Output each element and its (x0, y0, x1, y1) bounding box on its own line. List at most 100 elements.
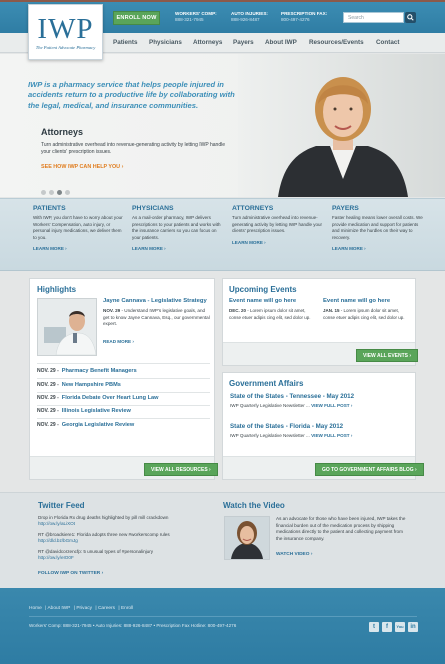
follow-twitter-link[interactable]: FOLLOW IWP ON TWITTER › (38, 571, 103, 576)
hero-text: Turn administrative overhead into revenu… (41, 142, 225, 155)
contact-value: 800-497-4276 (281, 17, 310, 22)
video-thumbnail[interactable] (224, 516, 270, 560)
government-blog-button[interactable]: GO TO GOVERNMENT AFFAIRS BLOG › (315, 463, 424, 476)
watch-video-link[interactable]: WATCH VIDEO › (276, 552, 312, 557)
footer-nav: Home | About IWP | Privacy | Careers | E… (29, 606, 134, 611)
audience-attorneys: ATTORNEYS Turn administrative overhead i… (232, 205, 324, 245)
tweet-link[interactable]: http://ow.ly/aLiXOt (38, 521, 75, 526)
slider-dot[interactable] (49, 190, 54, 195)
slider-dot[interactable] (65, 190, 70, 195)
view-all-events-button[interactable]: VIEW ALL EVENTS › (356, 349, 419, 362)
search-input[interactable]: Search (343, 12, 404, 23)
nav-physicians[interactable]: Physicians (149, 33, 182, 53)
audience-text: As a mail-order pharmacy, IWP delivers p… (132, 215, 221, 240)
audience-physicians: PHYSICIANS As a mail-order pharmacy, IWP… (132, 205, 224, 251)
gov-post-text: IWP Quarterly Legislative Newsletter ...… (230, 433, 352, 438)
learn-more-link[interactable]: LEARN MORE › (332, 246, 424, 251)
enroll-now-button[interactable]: ENROLL NOW (113, 11, 160, 25)
item-date: NOV. 29 - (37, 422, 59, 428)
audience-title: PAYERS (332, 205, 359, 212)
video-description: As an advocate for those who have been i… (276, 516, 406, 541)
item-date: NOV. 29 - (37, 382, 59, 388)
view-full-post-link[interactable]: VIEW FULL POST › (311, 403, 352, 408)
gov-post-text: IWP Quarterly Legislative Newsletter ...… (230, 403, 352, 408)
gov-post-title[interactable]: State of the States - Florida - May 2012 (230, 423, 343, 430)
tweet-link[interactable]: http://dld.bz/bGmJg (38, 538, 78, 543)
event-title[interactable]: Event name will go here (229, 298, 296, 304)
nav-payers[interactable]: Payers (233, 33, 254, 53)
highlight-feature-title[interactable]: Jayne Cannava - Legislative Strategy (103, 298, 213, 304)
search-button[interactable] (405, 12, 416, 23)
item-title: Pharmacy Benefit Managers (61, 368, 137, 374)
tweet-text: Drop in Florida Rx drug deaths highlight… (38, 515, 169, 520)
item-date: NOV. 29 - (37, 368, 59, 374)
nav-resources-events[interactable]: Resources/Events (309, 33, 364, 53)
nav-attorneys[interactable]: Attorneys (193, 33, 222, 53)
item-title: Georgia Legislative Review (61, 422, 135, 428)
audience-text: Turn administrative overhead into revenu… (232, 215, 322, 234)
nav-contact[interactable]: Contact (376, 33, 399, 53)
footer-link-about[interactable]: About IWP (47, 606, 70, 611)
nav-about[interactable]: About IWP (265, 33, 297, 53)
event-text: JAN. 15 - Lorem ipsum dolor sit amet, co… (323, 308, 408, 321)
highlight-item[interactable]: NOV. 29 - Georgia Legislative Review (37, 422, 134, 428)
read-more-link[interactable]: READ MORE › (103, 339, 134, 344)
footer-divider (29, 616, 417, 617)
tweet: RT @broadsiere1: Florida adopts three ne… (38, 532, 198, 545)
item-title: Illinois Legislative Review (61, 408, 131, 414)
event-title[interactable]: Event name will go here (323, 298, 390, 304)
twitter-feed-title: Twitter Feed (38, 501, 85, 510)
audience-payers: PAYERS Faster healing means lower overal… (332, 205, 424, 251)
item-title: Florida Debate Over Heart Lung Law (61, 395, 159, 401)
divider (37, 405, 210, 406)
slider-dot[interactable] (41, 190, 46, 195)
nav-patients[interactable]: Patients (113, 33, 138, 53)
gov-post-body: IWP Quarterly Legislative Newsletter ... (230, 433, 310, 438)
highlight-item[interactable]: NOV. 29 - Pharmacy Benefit Managers (37, 368, 137, 374)
events-title: Upcoming Events (229, 285, 297, 294)
audience-text: With IWP, you don't have to worry about … (33, 215, 123, 240)
hero-cta-link[interactable]: SEE HOW IWP CAN HELP YOU › (41, 164, 123, 170)
view-full-post-link[interactable]: VIEW FULL POST › (311, 433, 352, 438)
linkedin-icon[interactable]: in (408, 622, 418, 632)
tweet-text: RT @broadsiere1: Florida adopts three ne… (38, 532, 170, 537)
contact-auto-injuries: AUTO INJURIES: 888-926-8487 (231, 11, 268, 23)
tweet: Drop in Florida Rx drug deaths highlight… (38, 515, 198, 528)
highlight-feature-date: NOV. 29 (103, 308, 121, 313)
highlight-item[interactable]: NOV. 29 - Florida Debate Over Heart Lung … (37, 395, 158, 401)
item-date: NOV. 29 - (37, 408, 59, 414)
divider (37, 418, 210, 419)
event-text: DEC. 20 - Lorem ipsum dolor sit amet, co… (229, 308, 314, 321)
contact-workers-comp: WORKERS' COMP: 888-321-7945 (175, 11, 217, 23)
youtube-icon[interactable]: You (395, 622, 405, 632)
twitter-icon[interactable]: t (369, 622, 379, 632)
watch-video-title: Watch the Video (223, 501, 285, 510)
facebook-icon[interactable]: f (382, 622, 392, 632)
government-affairs-title: Government Affairs (229, 379, 304, 388)
contact-value: 888-926-8487 (231, 17, 260, 22)
learn-more-link[interactable]: LEARN MORE › (132, 246, 224, 251)
gov-post-title[interactable]: State of the States - Tennessee - May 20… (230, 393, 354, 400)
tweet-link[interactable]: http://ow.ly/eIO0F (38, 555, 74, 560)
highlight-item[interactable]: NOV. 29 - Illinois Legislative Review (37, 408, 131, 414)
highlight-item[interactable]: NOV. 29 - New Hampshire PBMs (37, 382, 121, 388)
view-all-resources-button[interactable]: VIEW ALL RESOURCES › (144, 463, 218, 476)
item-date: NOV. 29 - (37, 395, 59, 401)
footer-link-careers[interactable]: Careers (98, 606, 115, 611)
hero-tagline: IWP is a pharmacy service that helps peo… (28, 80, 235, 110)
audience-text: Faster healing means lower overall costs… (332, 215, 423, 240)
logo-mark: IWP (37, 13, 94, 45)
highlights-title: Highlights (37, 285, 77, 294)
learn-more-link[interactable]: LEARN MORE › (232, 240, 324, 245)
hero-heading: Attorneys (41, 127, 84, 137)
learn-more-link[interactable]: LEARN MORE › (33, 246, 125, 251)
tweet-text: RT @davidcorzencfp: 5 unusual types of #… (38, 549, 154, 554)
footer-link-privacy[interactable]: Privacy (76, 606, 92, 611)
footer-link-home[interactable]: Home (29, 606, 42, 611)
audience-title: PHYSICIANS (132, 205, 174, 212)
slider-dot-active[interactable] (57, 190, 62, 195)
footer-link-enroll[interactable]: Enroll (121, 606, 133, 611)
logo[interactable]: IWP The Patient Advocate Pharmacy (28, 4, 103, 60)
logo-tagline: The Patient Advocate Pharmacy (35, 45, 96, 50)
gov-post-body: IWP Quarterly Legislative Newsletter ... (230, 403, 310, 408)
